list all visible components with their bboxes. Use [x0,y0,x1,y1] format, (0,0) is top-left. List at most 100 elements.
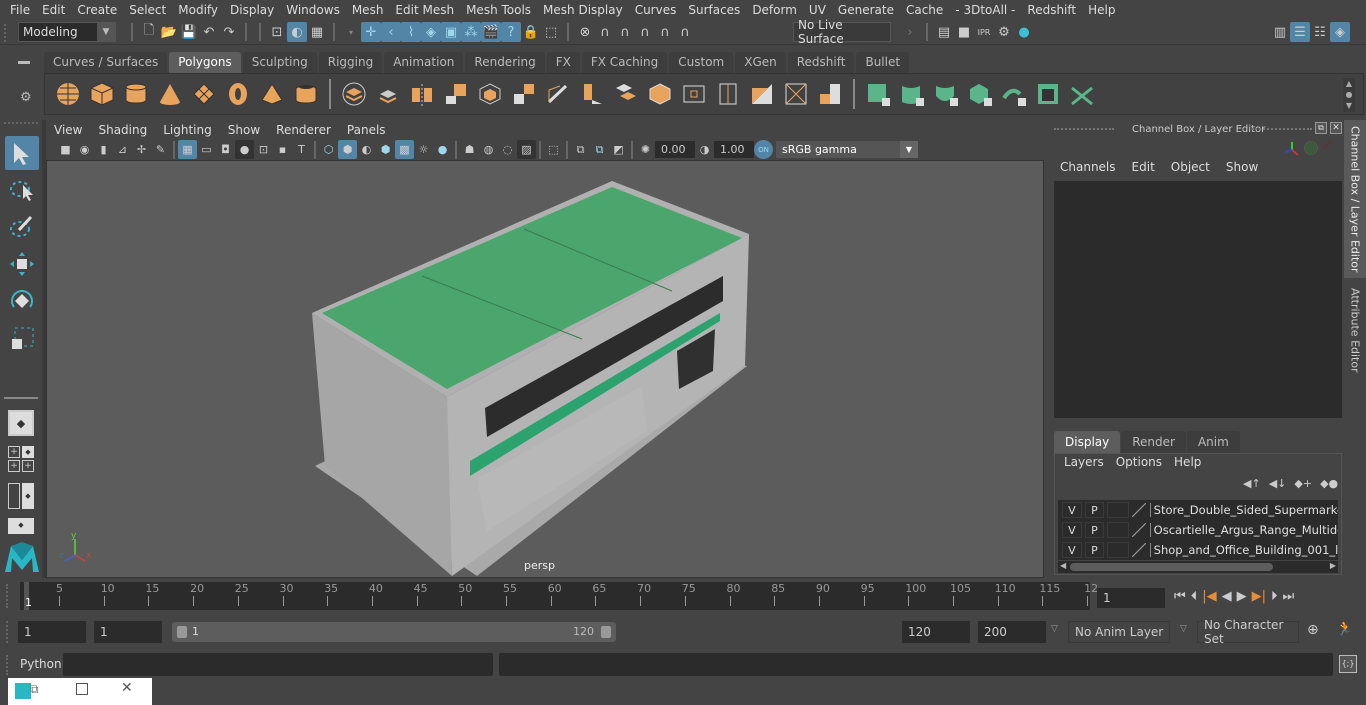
film-gate-icon[interactable]: ▭ [197,140,216,159]
new-layer-from-selection-icon[interactable]: ◆● [1320,477,1338,490]
step-forward-key-icon[interactable]: ⏵ [1271,589,1278,604]
3d-viewport[interactable]: y x z persp [46,160,1044,578]
redo-icon[interactable]: ↷ [219,22,239,42]
magnet-icon[interactable]: ∩ [595,22,615,42]
animation-end-field[interactable]: 200 [978,621,1046,643]
menu-mesh-tools[interactable]: Mesh Tools [460,3,537,17]
move-tool-icon[interactable] [5,247,39,281]
shelf-tab-bullet[interactable]: Bullet [856,52,910,73]
float-panel-icon[interactable]: ⧉ [1315,122,1327,134]
poly-cube-icon[interactable] [89,81,115,107]
exposure-field[interactable]: 0.00 [655,141,695,158]
layer-row[interactable]: VP Oscartielle_Argus_Range_Multideck_ [1058,520,1338,540]
layer-scrollbar[interactable]: ◀ ▶ [1058,561,1338,573]
layer-menu-options[interactable]: Options [1110,455,1168,469]
poly-torus-icon[interactable] [225,81,251,107]
mode-dropdown[interactable]: Modeling ▼ [18,22,116,42]
bevel-icon[interactable] [647,81,673,107]
magnet-2-icon[interactable]: ∩ [615,22,635,42]
offset-edge-loop-icon[interactable] [715,81,741,107]
multi-cut-icon[interactable] [545,81,571,107]
cylindrical-uv-icon[interactable] [899,81,925,107]
ipr-render-icon[interactable]: IPR [974,22,994,42]
menu-mesh-display[interactable]: Mesh Display [537,3,629,17]
four-view-layout-icon[interactable]: + ◆ + + [8,446,34,472]
live-surface-icon[interactable]: ⁂ [461,22,481,42]
smooth-icon[interactable] [443,81,469,107]
lasso-tool-icon[interactable] [5,173,39,207]
auto-key-icon[interactable]: ⊕ [1307,622,1319,638]
step-back-key-icon[interactable]: ⏴ [1191,589,1198,604]
menu-select[interactable]: Select [123,3,172,17]
animation-start-field[interactable]: 1 [18,621,86,643]
combine-icon[interactable] [341,81,367,107]
depth-of-field-icon[interactable]: ▨ [517,140,536,159]
close-icon[interactable]: ✕ [1330,122,1342,134]
auto-uv-icon[interactable] [967,81,993,107]
xray-icon[interactable]: ⧉ [571,140,590,159]
shelf-tab-rigging[interactable]: Rigging [318,52,383,73]
live-surface-field[interactable]: No Live Surface [793,18,891,46]
fill-hole-icon[interactable] [817,81,843,107]
layer-color-swatch[interactable] [1131,503,1146,517]
tab-attribute-editor[interactable]: Attribute Editor [1344,280,1366,380]
display-type-toggle[interactable] [1107,502,1129,518]
wireframe-icon[interactable]: ⬡ [319,140,338,159]
layer-name[interactable]: Oscartielle_Argus_Range_Multideck_ [1149,523,1338,537]
menu-3dtoall[interactable]: - 3DtoAll - [949,3,1021,17]
menu-cache[interactable]: Cache [900,3,949,17]
maximize-icon[interactable] [76,683,88,695]
menu-modify[interactable]: Modify [172,3,224,17]
speed-toggle-icon[interactable] [1304,141,1318,155]
image-plane-icon[interactable]: ⊿ [113,140,132,159]
prev-key-icon[interactable]: |◀ [1202,589,1216,604]
paint-select-icon[interactable] [5,210,39,244]
select-lock-icon[interactable]: ⬚ [541,22,561,42]
playback-toggle[interactable]: P [1084,502,1105,518]
select-tool-icon[interactable] [5,136,39,170]
viewport-menu-renderer[interactable]: Renderer [268,123,339,137]
separate-icon[interactable] [375,81,401,107]
layer-name[interactable]: Store_Double_Sided_Supermarket_Ra [1149,503,1338,517]
mirror-icon[interactable] [409,81,435,107]
wireframe-on-shaded-icon[interactable]: ⬢ [376,140,395,159]
poly-plane-icon[interactable] [191,81,217,107]
current-time-marker[interactable]: 1 [25,596,32,609]
uv-editor-icon[interactable] [1035,81,1061,107]
shelf-scroll[interactable]: ▲ ● ▼ [1343,78,1355,112]
resolution-gate-icon[interactable]: ◘ [216,140,235,159]
grease-pencil-icon[interactable]: ✎ [151,140,170,159]
channel-box-menu-object[interactable]: Object [1163,160,1218,180]
chevron-down-icon[interactable]: ▽ [1180,624,1187,634]
menu-uv[interactable]: UV [803,3,832,17]
manipulator-axes-icon[interactable] [1283,140,1301,161]
single-view-layout-icon[interactable]: ◆ [8,410,34,436]
magnet-3-icon[interactable]: ∩ [635,22,655,42]
lock-icon[interactable]: 🔒 [521,22,541,42]
playback-toggle[interactable]: P [1084,522,1105,538]
isolate-select-icon[interactable]: ⬚ [544,140,563,159]
channel-box-area[interactable] [1054,181,1342,418]
menu-edit[interactable]: Edit [36,3,71,17]
poly-sphere-icon[interactable] [55,81,81,107]
range-slider[interactable]: 1 120 [172,622,616,642]
new-empty-layer-icon[interactable]: ◆+ [1294,477,1312,490]
select-component-icon[interactable]: ▦ [307,22,327,42]
command-input[interactable] [63,653,493,676]
graph-layout-icon[interactable]: ◆ [8,518,34,534]
shelf-menu-icon[interactable] [18,61,30,64]
xray-components-icon[interactable]: ◩ [609,140,628,159]
tab-channel-box[interactable]: Channel Box / Layer Editor [1344,120,1366,278]
color-management-toggle-icon[interactable]: ON [754,140,773,159]
open-scene-icon[interactable]: 📂 [159,22,179,42]
snap-grid-icon[interactable]: ✛ [361,22,381,42]
textured-icon[interactable]: ▩ [395,140,414,159]
menu-edit-mesh[interactable]: Edit Mesh [389,3,460,17]
channel-box-menu-show[interactable]: Show [1218,160,1266,180]
safe-title-icon[interactable]: T [292,140,311,159]
shelf-tab-redshift[interactable]: Redshift [787,52,855,73]
planar-uv-icon[interactable] [865,81,891,107]
poly-pyramid-icon[interactable] [259,81,285,107]
script-language-label[interactable]: Python [20,657,62,671]
shelf-tab-sculpting[interactable]: Sculpting [242,52,317,73]
